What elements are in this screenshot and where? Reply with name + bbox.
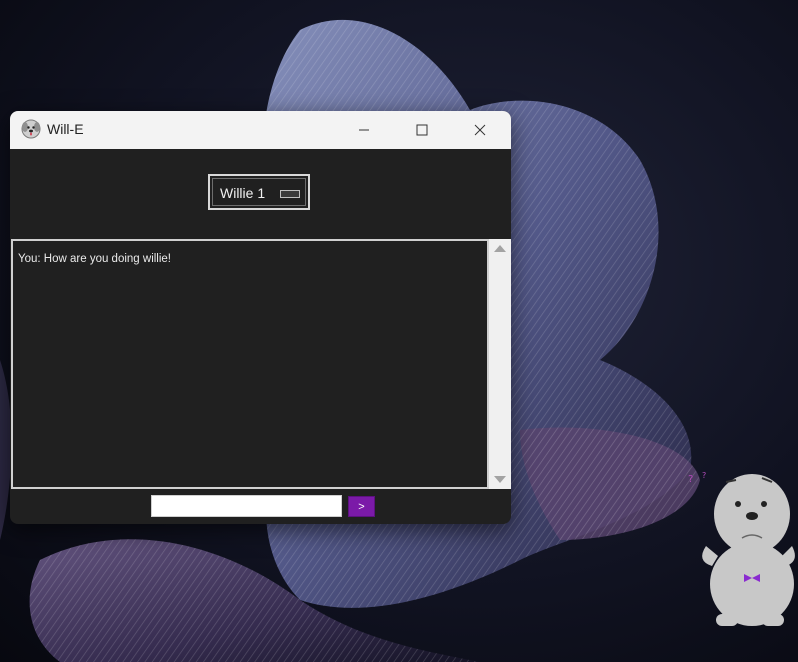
chat-scrollbar[interactable] xyxy=(489,239,511,489)
scroll-up-arrow-icon[interactable] xyxy=(494,245,506,252)
close-icon xyxy=(474,124,486,136)
app-window: Will-E Willie 1 You: How are you doing w… xyxy=(10,111,511,524)
scroll-down-arrow-icon[interactable] xyxy=(494,476,506,483)
title-bar[interactable]: Will-E xyxy=(10,111,511,149)
maximize-icon xyxy=(416,124,428,136)
close-button[interactable] xyxy=(457,111,503,149)
send-button[interactable]: > xyxy=(348,496,375,517)
chat-history[interactable]: You: How are you doing willie! xyxy=(11,239,489,489)
dog-face-icon xyxy=(21,119,41,139)
chat-message: You: How are you doing willie! xyxy=(18,253,171,265)
selector-label: Willie 1 xyxy=(220,185,266,201)
header-area: Willie 1 xyxy=(10,149,511,239)
model-selector[interactable]: Willie 1 xyxy=(208,174,310,210)
svg-text:?: ? xyxy=(702,471,706,480)
option-menu-indicator-icon[interactable] xyxy=(280,190,300,198)
minimize-button[interactable] xyxy=(341,111,387,149)
message-input[interactable] xyxy=(151,495,342,517)
window-title: Will-E xyxy=(47,121,84,137)
maximize-button[interactable] xyxy=(399,111,445,149)
svg-text:?: ? xyxy=(688,474,693,485)
minimize-icon xyxy=(359,129,369,131)
sea-lion-mascot-icon: ? ? xyxy=(688,471,795,626)
